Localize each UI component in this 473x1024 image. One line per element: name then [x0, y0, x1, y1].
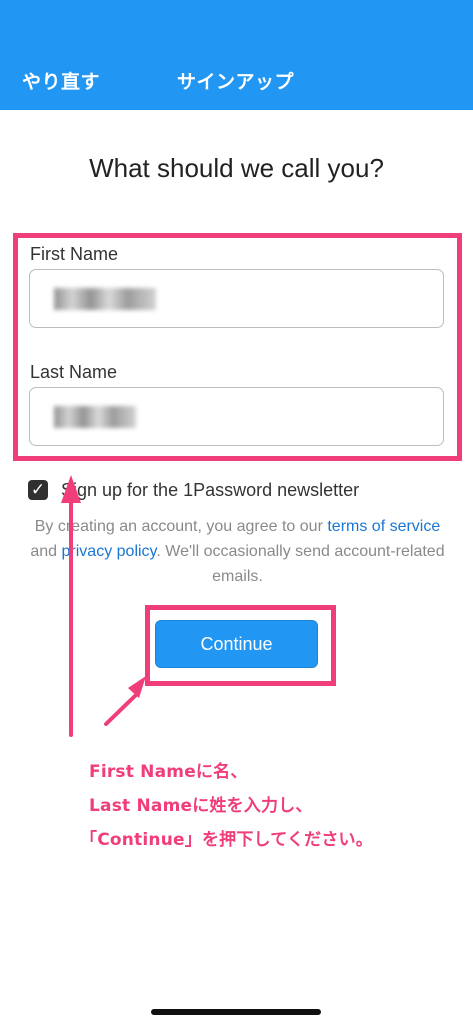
last-name-input[interactable]: [29, 387, 444, 446]
first-name-blurred-value: [54, 288, 156, 310]
annotation-continue: 「Continue」を押下してください。: [80, 830, 373, 850]
newsletter-label: Sign up for the 1Password newsletter: [61, 480, 360, 500]
first-name-label: First Name: [30, 244, 119, 264]
retry-button[interactable]: やり直す: [22, 68, 100, 96]
privacy-policy-link[interactable]: privacy policy: [62, 543, 157, 560]
diagonal-arrow-shaft: [104, 692, 139, 726]
terms-of-service-link[interactable]: terms of service: [327, 518, 440, 535]
first-name-input[interactable]: [29, 269, 444, 328]
last-name-label: Last Name: [30, 362, 118, 382]
legal-text-middle: and: [30, 543, 62, 560]
annotation-first-name: First Nameに名、: [89, 762, 248, 782]
page-title: What should we call you?: [89, 153, 384, 183]
legal-text-after: . We'll occasionally send account-relate…: [156, 543, 445, 585]
continue-button[interactable]: Continue: [155, 620, 318, 668]
home-indicator[interactable]: [151, 1009, 321, 1015]
legal-notice: By creating an account, you agree to our…: [28, 514, 447, 589]
signup-title: サインアップ: [177, 71, 295, 93]
annotation-last-name: Last Nameに姓を入力し、: [89, 796, 313, 816]
diagonal-arrow-head: [128, 676, 146, 698]
last-name-blurred-value: [54, 406, 136, 428]
top-navigation-bar: やり直す サインアップ: [0, 0, 473, 110]
legal-text-before: By creating an account, you agree to our: [34, 518, 328, 535]
newsletter-checkbox[interactable]: ✓: [28, 480, 48, 500]
